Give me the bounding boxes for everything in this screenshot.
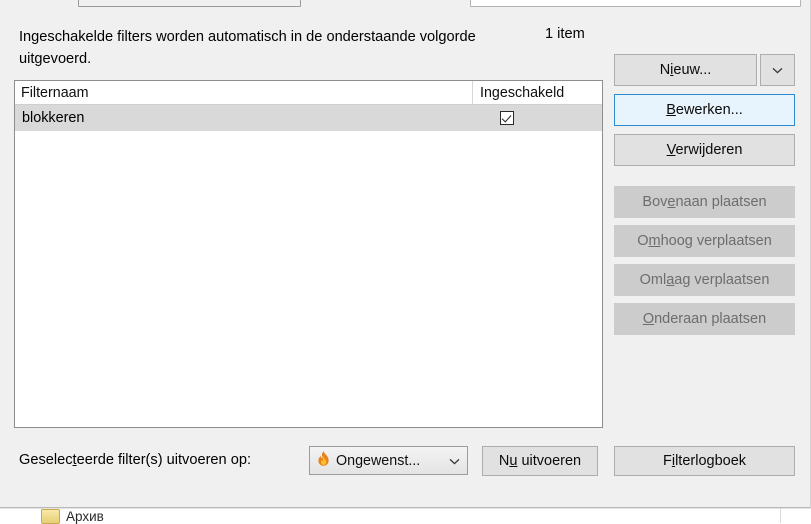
move-down-button[interactable]: Omlaag verplaatsen [614, 264, 795, 296]
filter-log-button[interactable]: Filterlogboek [614, 446, 795, 476]
move-to-bottom-button[interactable]: Onderaan plaatsen [614, 303, 795, 335]
move-up-button[interactable]: Omhoog verplaatsen [614, 225, 795, 257]
chevron-down-icon [449, 453, 460, 469]
run-now-button[interactable]: Nu uitvoeren [482, 446, 598, 476]
clipped-search-input[interactable] [470, 0, 801, 7]
filter-list[interactable]: Filternaam Ingeschakeld blokkeren [14, 80, 603, 428]
run-filters-label: Geselecteerde filter(s) uitvoeren op: [19, 452, 252, 468]
filter-list-header: Filternaam Ingeschakeld [15, 81, 602, 105]
run-target-folder-select[interactable]: Ongewenst... [309, 446, 468, 475]
filters-intro-text: Ingeschakelde filters worden automatisch… [19, 29, 476, 67]
filter-log-button-label: Filterlogboek [662, 453, 747, 469]
move-up-button-label: Omhoog verplaatsen [637, 233, 772, 249]
chevron-down-icon [772, 67, 783, 74]
filter-enabled-checkbox[interactable] [500, 111, 514, 125]
flame-icon [315, 450, 332, 471]
filter-list-body: blokkeren [15, 105, 602, 131]
table-row[interactable]: blokkeren [15, 105, 602, 131]
run-now-button-label: Nu uitvoeren [498, 453, 582, 469]
background-folder-label: Архив [66, 509, 104, 524]
move-down-button-label: Omlaag verplaatsen [639, 272, 770, 288]
move-to-top-button[interactable]: Bovenaan plaatsen [614, 186, 795, 218]
delete-filter-button-label: Verwijderen [666, 142, 743, 158]
message-filters-dialog: Ingeschakelde filters worden automatisch… [0, 0, 811, 508]
background-folder-row[interactable]: Архив [0, 508, 811, 524]
run-target-folder-value: Ongewenst... [336, 452, 421, 469]
move-to-bottom-button-label: Onderaan plaatsen [642, 311, 767, 327]
new-filter-button[interactable]: Nieuw... [614, 54, 757, 86]
item-count-label: 1 item [545, 26, 585, 42]
edit-filter-button-label: Bewerken... [666, 102, 743, 118]
background-pane-divider [780, 508, 781, 523]
new-filter-dropdown-button[interactable] [760, 54, 795, 86]
column-header-filter-name[interactable]: Filternaam [15, 81, 473, 104]
clipped-account-dropdown[interactable] [78, 0, 301, 7]
filter-enabled-cell [473, 111, 602, 125]
column-header-enabled[interactable]: Ingeschakeld [473, 81, 602, 104]
delete-filter-button[interactable]: Verwijderen [614, 134, 795, 166]
new-filter-button-label: Nieuw... [659, 62, 712, 78]
filter-name-cell: blokkeren [22, 110, 85, 126]
move-to-top-button-label: Bovenaan plaatsen [642, 194, 767, 210]
folder-icon [41, 509, 60, 524]
edit-filter-button[interactable]: Bewerken... [614, 94, 795, 126]
